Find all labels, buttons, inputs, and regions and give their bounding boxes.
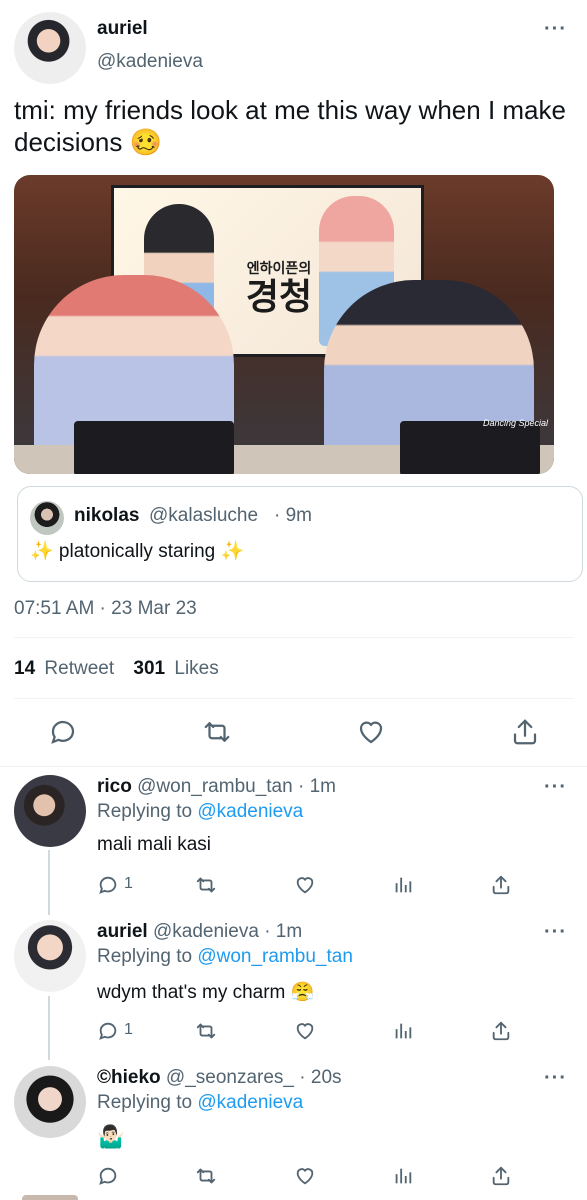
author-handle[interactable]: @kadenieva [97, 51, 203, 73]
heart-icon[interactable] [294, 1165, 316, 1187]
analytics-icon[interactable] [392, 1020, 414, 1042]
share-icon[interactable] [510, 717, 540, 747]
reply-icon[interactable] [48, 717, 78, 747]
replying-to-link[interactable]: @won_rambu_tan [197, 946, 353, 967]
reply-author-handle[interactable]: @kadenieva [153, 921, 259, 942]
reply-text: wdym that's my charm 😤 [97, 982, 315, 1003]
quoted-avatar [30, 501, 64, 535]
reply-time[interactable]: · 1m [298, 776, 336, 797]
retweet-icon[interactable] [195, 1020, 217, 1042]
quoted-time: · 9m [274, 505, 312, 526]
author-avatar[interactable] [14, 12, 86, 84]
reply-header: rico @won_rambu_tan · 1m [97, 776, 336, 798]
show-logo: 엔하이픈의 경청 [245, 260, 313, 317]
share-icon[interactable] [490, 874, 512, 896]
watermark: Dancing Special [482, 418, 548, 428]
retweet-icon[interactable] [195, 1165, 217, 1187]
replying-to-link[interactable]: @kadenieva [197, 1092, 303, 1113]
reply-icon[interactable] [97, 1020, 119, 1042]
divider [14, 698, 574, 699]
replying-to: Replying to @won_rambu_tan [97, 946, 353, 967]
reply-text: mali mali kasi [97, 834, 212, 855]
quoted-handle: @kalasluche [149, 505, 259, 526]
reply-time[interactable]: · 20s [299, 1067, 341, 1088]
heart-icon[interactable] [356, 717, 386, 747]
retweet-icon[interactable] [202, 717, 232, 747]
divider [0, 766, 587, 767]
next-reply-avatar-partial [22, 1195, 78, 1200]
reply-time[interactable]: · 1m [264, 921, 302, 942]
replying-to: Replying to @kadenieva [97, 1092, 304, 1113]
retweet-count[interactable]: 14 [14, 658, 35, 679]
reply-author-name[interactable]: rico [97, 776, 132, 797]
reply-avatar[interactable] [14, 775, 86, 847]
share-icon[interactable] [490, 1020, 512, 1042]
share-icon[interactable] [490, 1165, 512, 1187]
reply-author-name[interactable]: ©hieko [97, 1067, 161, 1088]
retweet-icon[interactable] [195, 874, 217, 896]
like-count[interactable]: 301 [133, 658, 165, 679]
reply-author-handle[interactable]: @won_rambu_tan [137, 776, 293, 797]
tweet-text: tmi: my friends look at me this way when… [14, 95, 566, 157]
reply-avatar[interactable] [14, 1066, 86, 1138]
divider [14, 637, 574, 638]
heart-icon[interactable] [294, 874, 316, 896]
analytics-icon[interactable] [392, 1165, 414, 1187]
quoted-tweet[interactable]: nikolas @kalasluche · 9m ✨ platonically … [17, 486, 583, 582]
like-label[interactable]: Likes [174, 658, 218, 679]
retweet-label[interactable]: Retweet [44, 658, 114, 679]
author-name[interactable]: auriel [97, 18, 148, 40]
reply-header: auriel @kadenieva · 1m [97, 921, 302, 943]
reply-icon[interactable] [97, 874, 119, 896]
analytics-icon[interactable] [392, 874, 414, 896]
reply-header: ©hieko @_seonzares_ · 20s [97, 1067, 342, 1089]
more-options-icon[interactable]: ··· [544, 18, 567, 41]
reply-count: 1 [124, 875, 133, 892]
replying-to: Replying to @kadenieva [97, 801, 304, 822]
reply-author-handle[interactable]: @_seonzares_ [166, 1067, 294, 1088]
quoted-name: nikolas [74, 505, 140, 526]
more-options-icon[interactable]: ··· [544, 776, 567, 799]
thread-line [48, 850, 50, 915]
thread-line [48, 996, 50, 1060]
quoted-text: ✨ platonically staring ✨ [30, 541, 245, 562]
heart-icon[interactable] [294, 1020, 316, 1042]
reply-text: 🤷🏻‍♂️ [97, 1124, 125, 1149]
tweet-timestamp[interactable]: 07:51 AM · 23 Mar 23 [14, 598, 197, 620]
reply-author-name[interactable]: auriel [97, 921, 148, 942]
reply-count: 1 [124, 1021, 133, 1038]
reply-icon[interactable] [97, 1165, 119, 1187]
more-options-icon[interactable]: ··· [544, 1067, 567, 1090]
tweet-stats: 14 Retweet 301 Likes [14, 658, 219, 680]
more-options-icon[interactable]: ··· [544, 921, 567, 944]
reply-avatar[interactable] [14, 920, 86, 992]
replying-to-link[interactable]: @kadenieva [197, 801, 303, 822]
tweet-media-image[interactable]: 엔하이픈의 경청 Dancing Special [14, 175, 554, 474]
